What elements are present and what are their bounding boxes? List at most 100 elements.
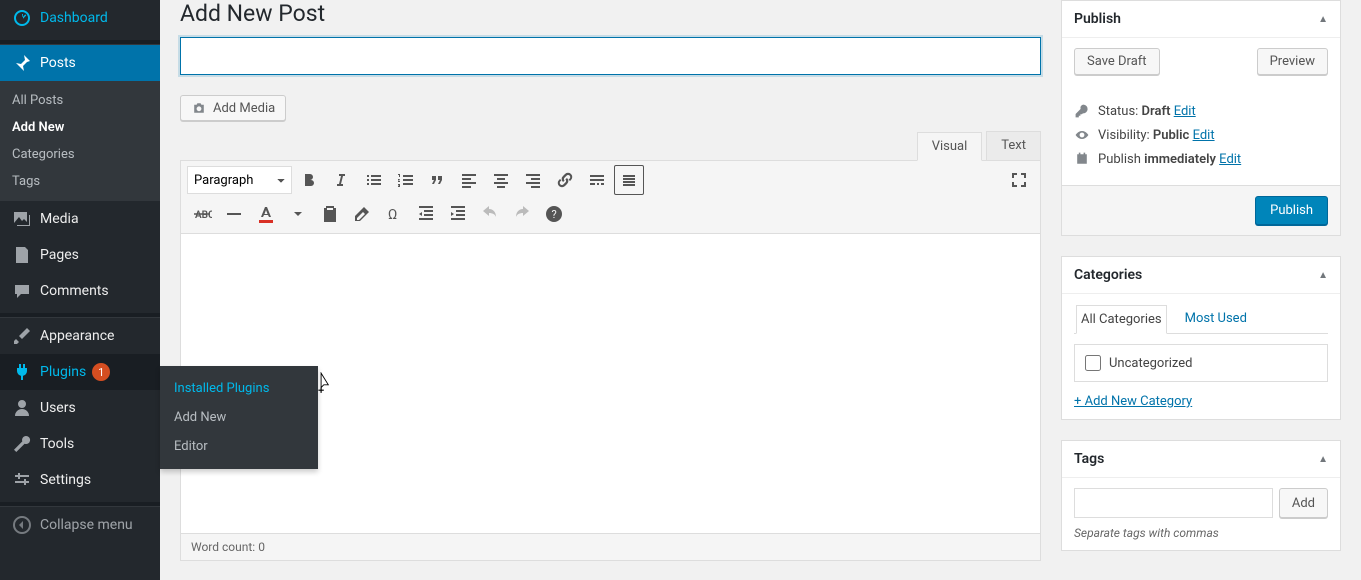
categories-title: Categories	[1074, 267, 1142, 283]
tab-text[interactable]: Text	[986, 131, 1041, 160]
tags-title: Tags	[1074, 451, 1104, 467]
flyout-installed-plugins[interactable]: Installed Plugins	[160, 374, 318, 403]
sidebar-label: Pages	[40, 247, 79, 263]
help-button[interactable]: ?	[539, 199, 569, 229]
tags-toggle-icon[interactable]: ▲	[1318, 454, 1328, 465]
calendar-icon	[1074, 151, 1090, 167]
sidebar-label: Appearance	[40, 328, 114, 344]
sidebar-sub-addnew[interactable]: Add New	[0, 114, 160, 141]
sidebar-label: Tools	[40, 436, 74, 452]
add-media-button[interactable]: Add Media	[180, 95, 286, 121]
text-color-button[interactable]	[251, 199, 281, 229]
media-icon	[12, 209, 32, 229]
brush-icon	[12, 326, 32, 346]
word-count-value: 0	[258, 540, 265, 554]
sidebar-label: Collapse menu	[40, 517, 133, 533]
sidebar-item-pages[interactable]: Pages	[0, 237, 160, 273]
align-right-button[interactable]	[518, 165, 548, 195]
redo-button[interactable]	[507, 199, 537, 229]
outdent-button[interactable]	[411, 199, 441, 229]
svg-text:?: ?	[552, 208, 557, 221]
sidebar-item-users[interactable]: Users	[0, 390, 160, 426]
sidebar-item-plugins[interactable]: Plugins 1	[0, 354, 160, 390]
italic-button[interactable]	[326, 165, 356, 195]
kitchen-sink-button[interactable]	[614, 165, 644, 195]
publish-button[interactable]: Publish	[1255, 196, 1328, 225]
special-char-button[interactable]: Ω	[379, 199, 409, 229]
sidebar-label: Settings	[40, 472, 91, 488]
fullscreen-button[interactable]	[1004, 165, 1034, 195]
sidebar-sub-allposts[interactable]: All Posts	[0, 87, 160, 114]
sidebar-item-comments[interactable]: Comments	[0, 273, 160, 309]
publish-title: Publish	[1074, 11, 1121, 27]
tab-visual[interactable]: Visual	[917, 132, 983, 161]
dashboard-icon	[12, 8, 32, 28]
sidebar-label: Plugins	[40, 364, 86, 380]
add-category-link[interactable]: + Add New Category	[1074, 394, 1192, 409]
editor-toolbar: Paragraph	[180, 160, 1041, 234]
edit-visibility-link[interactable]: Edit	[1193, 128, 1215, 143]
plugins-flyout: Installed Plugins Add New Editor	[160, 366, 318, 469]
sidebar-sub-tags[interactable]: Tags	[0, 168, 160, 195]
categories-toggle-icon[interactable]: ▲	[1318, 270, 1328, 281]
numbered-list-button[interactable]	[390, 165, 420, 195]
flyout-add-new[interactable]: Add New	[160, 403, 318, 432]
edit-schedule-link[interactable]: Edit	[1219, 152, 1241, 167]
add-media-label: Add Media	[213, 101, 275, 116]
sidebar-item-settings[interactable]: Settings	[0, 462, 160, 498]
sidebar-label: Comments	[40, 283, 109, 299]
sidebar-sub-categories[interactable]: Categories	[0, 141, 160, 168]
clear-format-button[interactable]	[347, 199, 377, 229]
sidebar-item-dashboard[interactable]: Dashboard	[0, 0, 160, 36]
strikethrough-button[interactable]: ABC	[187, 199, 217, 229]
pages-icon	[12, 245, 32, 265]
sidebar-item-media[interactable]: Media	[0, 201, 160, 237]
format-select[interactable]: Paragraph	[187, 166, 292, 194]
undo-button[interactable]	[475, 199, 505, 229]
sidebar-label: Media	[40, 211, 79, 227]
edit-status-link[interactable]: Edit	[1174, 104, 1196, 119]
sidebar-item-tools[interactable]: Tools	[0, 426, 160, 462]
publish-panel: Publish ▲ Save Draft Preview Status: Dra…	[1061, 0, 1341, 236]
sidebar-item-posts[interactable]: Posts	[0, 45, 160, 81]
sidebar-label: Posts	[40, 55, 76, 71]
preview-button[interactable]: Preview	[1257, 48, 1328, 75]
flyout-editor[interactable]: Editor	[160, 432, 318, 461]
tag-input[interactable]	[1074, 488, 1273, 518]
align-left-button[interactable]	[454, 165, 484, 195]
sidebar-item-appearance[interactable]: Appearance	[0, 318, 160, 354]
align-center-button[interactable]	[486, 165, 516, 195]
wrench-icon	[12, 434, 32, 454]
eye-icon	[1074, 127, 1090, 143]
bullet-list-button[interactable]	[358, 165, 388, 195]
admin-sidebar: Dashboard Posts All Posts Add New Catego…	[0, 0, 160, 580]
tags-hint: Separate tags with commas	[1074, 526, 1328, 540]
sidebar-item-collapse[interactable]: Collapse menu	[0, 507, 160, 543]
category-uncategorized[interactable]: Uncategorized	[1085, 355, 1317, 371]
more-button[interactable]	[582, 165, 612, 195]
post-title-input[interactable]	[180, 37, 1041, 75]
categories-panel: Categories ▲ All Categories Most Used Un…	[1061, 256, 1341, 420]
tab-all-categories[interactable]: All Categories	[1076, 305, 1167, 334]
sliders-icon	[12, 470, 32, 490]
key-icon	[1074, 103, 1090, 119]
hr-button[interactable]	[219, 199, 249, 229]
category-checkbox[interactable]	[1085, 355, 1101, 371]
paste-text-button[interactable]	[315, 199, 345, 229]
indent-button[interactable]	[443, 199, 473, 229]
tab-most-used[interactable]: Most Used	[1181, 305, 1251, 334]
svg-text:Ω: Ω	[388, 207, 397, 223]
word-count-label: Word count:	[191, 540, 258, 554]
sidebar-label: Users	[40, 400, 76, 416]
add-tag-button[interactable]: Add	[1279, 488, 1328, 518]
link-button[interactable]	[550, 165, 580, 195]
sidebar-sub-posts: All Posts Add New Categories Tags	[0, 81, 160, 201]
publish-toggle-icon[interactable]: ▲	[1318, 14, 1328, 25]
quote-button[interactable]	[422, 165, 452, 195]
update-badge: 1	[92, 363, 110, 381]
bold-button[interactable]	[294, 165, 324, 195]
sidebar-label: Dashboard	[40, 10, 108, 26]
editor-footer: Word count: 0	[180, 534, 1041, 561]
save-draft-button[interactable]: Save Draft	[1074, 48, 1160, 75]
text-color-menu[interactable]	[283, 199, 313, 229]
